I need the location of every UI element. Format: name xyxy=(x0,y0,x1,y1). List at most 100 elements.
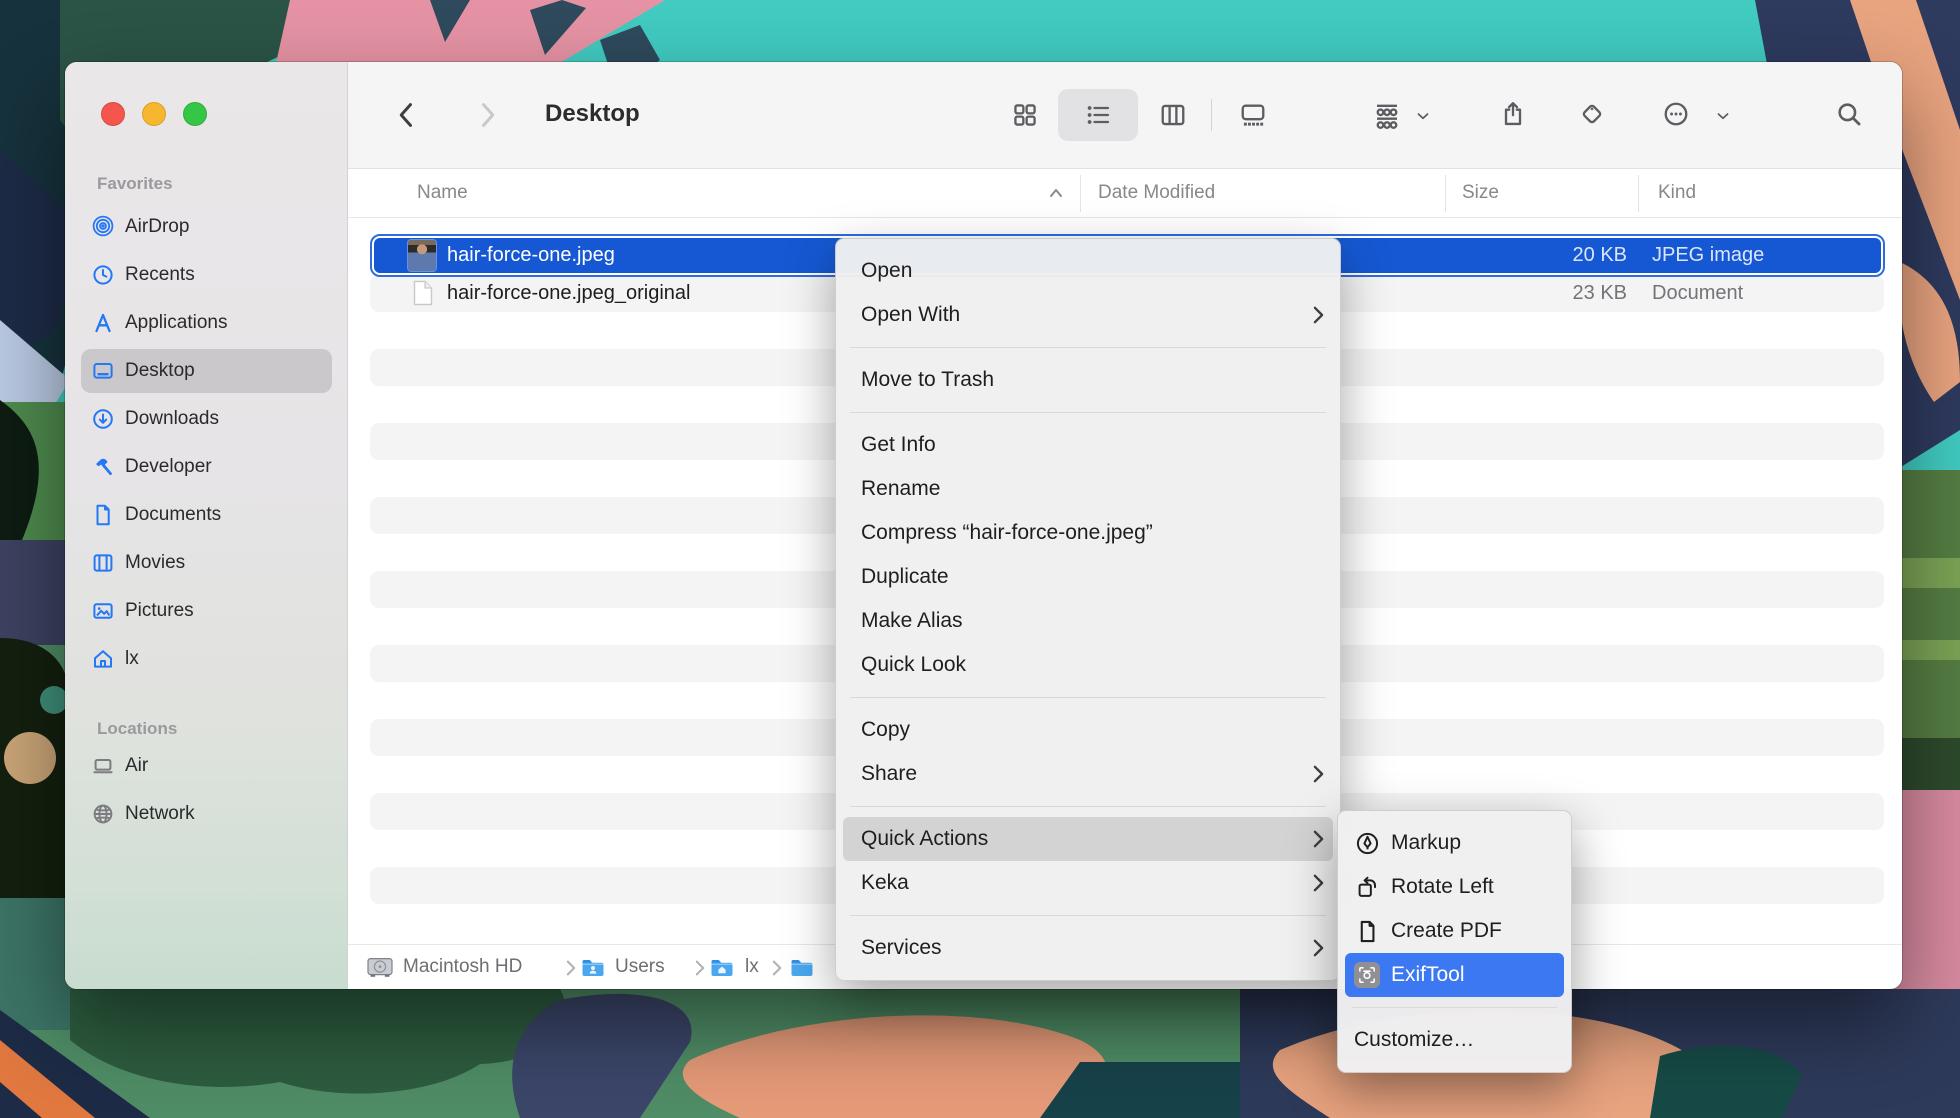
laptop-icon xyxy=(90,753,116,779)
sidebar-item-downloads[interactable]: Downloads xyxy=(81,397,332,441)
menu-item-quick-look[interactable]: Quick Look xyxy=(836,643,1340,687)
documents-icon xyxy=(90,502,116,528)
menu-item-rename[interactable]: Rename xyxy=(836,467,1340,511)
menu-item-make-alias[interactable]: Make Alias xyxy=(836,599,1340,643)
gallery-view-icon[interactable] xyxy=(1239,101,1267,129)
create-pdf-icon xyxy=(1354,918,1380,944)
menu-item-compress[interactable]: Compress “hair-force-one.jpeg” xyxy=(836,511,1340,555)
sidebar-item-home-lx[interactable]: lx xyxy=(81,637,332,681)
sidebar-item-network[interactable]: Network xyxy=(81,792,332,836)
forward-icon[interactable] xyxy=(473,100,501,130)
submenu-item-create-pdf[interactable]: Create PDF xyxy=(1345,909,1564,953)
grid-view-icon[interactable] xyxy=(1011,101,1039,129)
file-name[interactable]: hair-force-one.jpeg xyxy=(447,234,615,277)
submenu-item-customize[interactable]: Customize… xyxy=(1345,1018,1564,1062)
menu-item-keka[interactable]: Keka xyxy=(836,861,1340,905)
menu-item-open-with[interactable]: Open With xyxy=(836,293,1340,337)
sidebar: Favorites AirDrop Recents Applications D… xyxy=(65,62,348,989)
menu-item-duplicate[interactable]: Duplicate xyxy=(836,555,1340,599)
rotate-left-icon xyxy=(1354,874,1380,900)
sidebar-item-airdrop[interactable]: AirDrop xyxy=(81,205,332,249)
menu-item-open[interactable]: Open xyxy=(836,249,1340,293)
sidebar-item-desktop[interactable]: Desktop xyxy=(81,349,332,393)
column-divider[interactable] xyxy=(1445,175,1446,212)
list-view-icon[interactable] xyxy=(1084,101,1112,129)
sort-ascending-icon[interactable] xyxy=(1048,187,1064,199)
file-name[interactable]: hair-force-one.jpeg_original xyxy=(447,275,690,312)
menu-separator xyxy=(850,806,1326,807)
minimize-button[interactable] xyxy=(142,102,166,126)
home-icon xyxy=(90,646,116,672)
quick-actions-submenu: Markup Rotate Left Create PDF ExifTool C… xyxy=(1337,810,1572,1073)
submenu-chevron-icon xyxy=(1313,830,1324,848)
submenu-chevron-icon xyxy=(1313,765,1324,783)
column-divider[interactable] xyxy=(1080,175,1081,212)
downloads-icon xyxy=(90,406,116,432)
menu-item-quick-actions[interactable]: Quick Actions xyxy=(843,817,1333,861)
menu-separator xyxy=(850,412,1326,413)
breadcrumb-lx[interactable]: lx xyxy=(745,956,759,978)
menu-separator xyxy=(850,697,1326,698)
sidebar-section-favorites: Favorites xyxy=(97,174,173,194)
menu-item-services[interactable]: Services xyxy=(836,926,1340,970)
exiftool-icon xyxy=(1354,962,1380,988)
developer-hammer-icon xyxy=(90,454,116,480)
submenu-chevron-icon xyxy=(1313,939,1324,957)
desktop-icon xyxy=(90,358,116,384)
sidebar-item-applications[interactable]: Applications xyxy=(81,301,332,345)
menu-item-get-info[interactable]: Get Info xyxy=(836,423,1340,467)
column-header-row: Name Date Modified Size Kind xyxy=(348,169,1902,218)
sidebar-item-pictures[interactable]: Pictures xyxy=(81,589,332,633)
image-thumbnail xyxy=(408,240,436,271)
column-header-size[interactable]: Size xyxy=(1462,182,1499,204)
submenu-chevron-icon xyxy=(1313,306,1324,324)
hard-drive-icon xyxy=(367,956,393,978)
sidebar-item-air[interactable]: Air xyxy=(81,744,332,788)
menu-item-move-to-trash[interactable]: Move to Trash xyxy=(836,358,1340,402)
breadcrumb-users[interactable]: Users xyxy=(615,956,665,978)
back-icon[interactable] xyxy=(393,100,421,130)
submenu-item-exiftool[interactable]: ExifTool xyxy=(1345,953,1564,997)
group-by-icon[interactable] xyxy=(1372,100,1402,130)
column-header-date-modified[interactable]: Date Modified xyxy=(1098,182,1215,204)
more-icon[interactable] xyxy=(1662,100,1690,128)
column-view-icon[interactable] xyxy=(1159,101,1187,129)
column-header-kind[interactable]: Kind xyxy=(1658,182,1696,204)
file-size: 23 KB xyxy=(1395,275,1627,312)
context-menu: Open Open With Move to Trash Get Info Re… xyxy=(835,238,1341,981)
sidebar-item-recents[interactable]: Recents xyxy=(81,253,332,297)
sidebar-item-movies[interactable]: Movies xyxy=(81,541,332,585)
folder-user-icon xyxy=(581,958,605,978)
submenu-item-markup[interactable]: Markup xyxy=(1345,821,1564,865)
close-button[interactable] xyxy=(101,102,125,126)
menu-separator xyxy=(1352,1007,1557,1008)
menu-separator xyxy=(850,347,1326,348)
sidebar-section-locations: Locations xyxy=(97,719,177,739)
window-title: Desktop xyxy=(545,100,640,128)
sidebar-item-documents[interactable]: Documents xyxy=(81,493,332,537)
recents-clock-icon xyxy=(90,262,116,288)
sidebar-item-developer[interactable]: Developer xyxy=(81,445,332,489)
airdrop-icon xyxy=(90,214,116,240)
network-globe-icon xyxy=(90,801,116,827)
chevron-right-icon xyxy=(772,960,782,976)
column-divider[interactable] xyxy=(1638,175,1639,212)
markup-icon xyxy=(1354,830,1380,856)
search-icon[interactable] xyxy=(1835,100,1863,128)
chevron-right-icon xyxy=(695,960,705,976)
menu-item-share[interactable]: Share xyxy=(836,752,1340,796)
zoom-button[interactable] xyxy=(183,102,207,126)
menu-item-copy[interactable]: Copy xyxy=(836,708,1340,752)
share-icon[interactable] xyxy=(1499,100,1527,128)
chevron-right-icon xyxy=(566,960,576,976)
movies-icon xyxy=(90,550,116,576)
file-size: 20 KB xyxy=(1395,234,1627,277)
chevron-down-icon[interactable] xyxy=(1714,107,1732,125)
breadcrumb-macintosh-hd[interactable]: Macintosh HD xyxy=(403,956,522,978)
folder-icon xyxy=(790,958,814,978)
submenu-item-rotate-left[interactable]: Rotate Left xyxy=(1345,865,1564,909)
view-divider xyxy=(1211,99,1212,131)
column-header-name[interactable]: Name xyxy=(417,182,468,204)
tag-icon[interactable] xyxy=(1578,100,1606,128)
chevron-down-icon[interactable] xyxy=(1414,107,1432,125)
